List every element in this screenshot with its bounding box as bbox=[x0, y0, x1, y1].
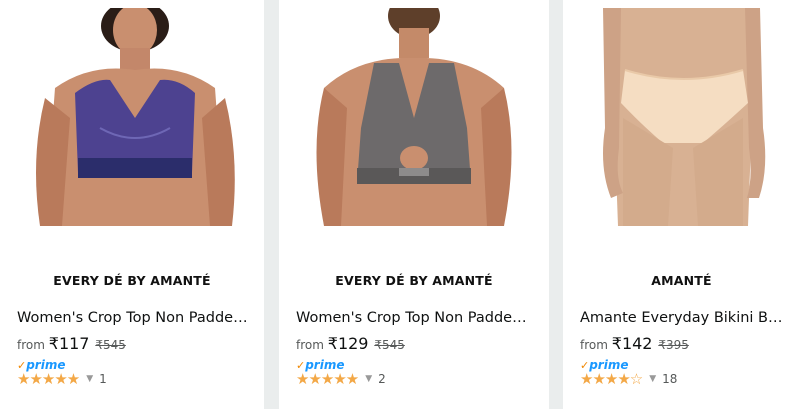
product-card[interactable]: EVERY DÉ BY AMANTÉ Women's Crop Top Non … bbox=[279, 0, 549, 409]
review-count[interactable]: 2 bbox=[378, 372, 386, 386]
list-price: ₹545 bbox=[374, 338, 405, 352]
prime-badge: ✓prime bbox=[17, 354, 65, 372]
product-grid: EVERY DÉ BY AMANTÉ Women's Crop Top Non … bbox=[0, 0, 800, 409]
product-image[interactable] bbox=[279, 8, 549, 226]
brand-label: EVERY DÉ BY AMANTÉ bbox=[53, 273, 211, 288]
product-title-link[interactable]: Women's Crop Top Non Padded Non-Wired Sp… bbox=[296, 310, 535, 326]
list-price: ₹395 bbox=[658, 338, 689, 352]
review-count[interactable]: 18 bbox=[662, 372, 677, 386]
from-label: from bbox=[296, 338, 324, 352]
price: ₹129 bbox=[327, 334, 369, 353]
product-image[interactable] bbox=[563, 8, 800, 226]
list-price: ₹545 bbox=[95, 338, 126, 352]
rating[interactable]: ★★★★★ ▼ 2 bbox=[296, 370, 386, 388]
filled-stars: ★★★★ bbox=[580, 370, 631, 388]
star-rating-icon[interactable]: ★★★★★ bbox=[296, 370, 359, 388]
chevron-down-icon[interactable]: ▼ bbox=[365, 374, 372, 384]
prime-badge: ✓prime bbox=[296, 354, 344, 372]
from-label: from bbox=[17, 338, 45, 352]
star-rating-icon[interactable]: ★★★★★ bbox=[17, 370, 80, 388]
chevron-down-icon[interactable]: ▼ bbox=[86, 374, 93, 384]
star-rating-icon[interactable]: ★★★★☆ bbox=[580, 370, 643, 388]
price-row: from ₹117 ₹545 bbox=[17, 334, 126, 353]
product-title-link[interactable]: Women's Crop Top Non Padded Non-Wired Sp… bbox=[17, 310, 250, 326]
prime-badge: ✓prime bbox=[580, 354, 628, 372]
rating[interactable]: ★★★★★ ▼ 1 bbox=[17, 370, 107, 388]
chevron-down-icon[interactable]: ▼ bbox=[649, 374, 656, 384]
from-label: from bbox=[580, 338, 608, 352]
brand-label: EVERY DÉ BY AMANTÉ bbox=[335, 273, 493, 288]
price-row: from ₹142 ₹395 bbox=[580, 334, 689, 353]
product-title-link[interactable]: Amante Everyday Bikini Brief bbox=[580, 310, 786, 326]
price-row: from ₹129 ₹545 bbox=[296, 334, 405, 353]
product-card[interactable]: EVERY DÉ BY AMANTÉ Women's Crop Top Non … bbox=[0, 0, 264, 409]
price: ₹117 bbox=[48, 334, 90, 353]
product-image[interactable] bbox=[0, 8, 264, 226]
price: ₹142 bbox=[611, 334, 653, 353]
brand-label: AMANTÉ bbox=[651, 273, 712, 288]
empty-star: ☆ bbox=[629, 370, 643, 388]
rating[interactable]: ★★★★☆ ▼ 18 bbox=[580, 370, 677, 388]
review-count[interactable]: 1 bbox=[99, 372, 107, 386]
product-card[interactable]: AMANTÉ Amante Everyday Bikini Brief from… bbox=[563, 0, 800, 409]
